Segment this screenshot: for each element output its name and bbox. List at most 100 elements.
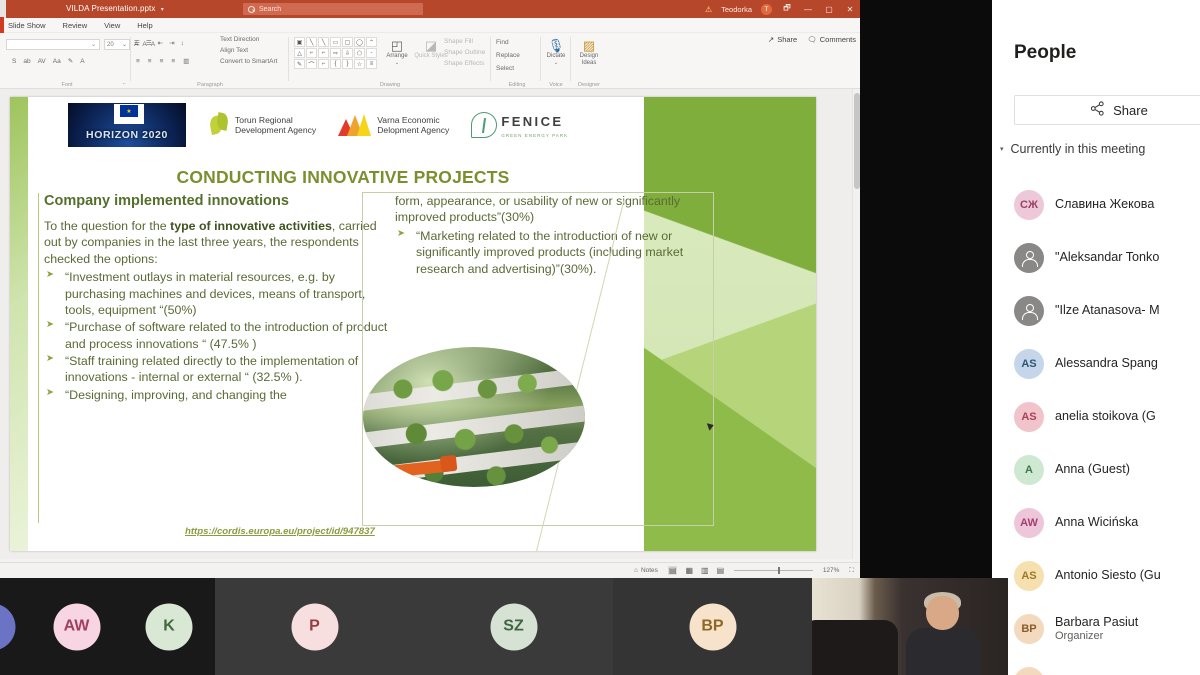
vertical-scrollbar[interactable] (852, 89, 860, 559)
justify-button[interactable]: ≡ (171, 58, 175, 65)
shape-oval[interactable]: ◯ (354, 37, 365, 47)
video-tile[interactable]: K (123, 578, 215, 675)
video-tile[interactable]: P (215, 578, 414, 675)
increase-indent-button[interactable]: ⇥ (169, 39, 174, 47)
list-item[interactable]: AS anelia stoikova (G (1014, 390, 1200, 443)
font-name-box[interactable]: ⌄ (6, 39, 100, 50)
bullets-button[interactable]: ☰ (134, 39, 140, 47)
file-name[interactable]: VILDA Presentation.pptx ▾ (66, 4, 164, 13)
shape-line[interactable]: ╲ (306, 37, 317, 47)
align-text-button[interactable]: Align Text (220, 47, 277, 54)
tab-slide-show[interactable]: Slide Show (8, 21, 46, 30)
slide-image-vertical-farm[interactable] (363, 347, 585, 487)
decrease-indent-button[interactable]: ⇤ (158, 39, 163, 47)
list-item[interactable]: AS Antonio Siesto (Gu (1014, 549, 1200, 602)
list-item[interactable]: "Ilze Atanasova- M (1014, 284, 1200, 337)
shape-triangle[interactable]: △ (294, 48, 305, 58)
subscript-button[interactable]: ab (23, 58, 30, 65)
align-right-button[interactable]: ≡ (160, 58, 164, 65)
align-center-button[interactable]: ≡ (148, 58, 152, 65)
chevron-down-icon[interactable]: ⌄ (554, 60, 558, 67)
line-spacing-button[interactable]: ↕ (181, 40, 184, 47)
numbering-button[interactable]: ☰ (146, 39, 152, 47)
video-tile[interactable] (0, 578, 30, 675)
dictate-button[interactable]: 🎙 Dictate ⌄ (539, 39, 573, 67)
notes-button[interactable]: ⌂ Notes (634, 567, 658, 574)
shape-more[interactable]: - (366, 48, 377, 58)
view-reading-button[interactable]: ▥ (701, 566, 709, 575)
view-slide-sorter-button[interactable]: ▦ (685, 566, 693, 575)
video-tile[interactable]: SZ (414, 578, 613, 675)
shape-rectangle[interactable]: ▭ (330, 37, 341, 47)
chevron-down-icon[interactable]: ▾ (161, 7, 164, 13)
chevron-down-icon[interactable]: ⌄ (395, 60, 399, 67)
select-button[interactable]: Select (496, 65, 520, 72)
shape-textbox[interactable]: ▣ (294, 37, 305, 47)
shape-pentagon[interactable]: ⬠ (354, 48, 365, 58)
shape-elbow2[interactable]: ⌐ (318, 48, 329, 58)
arrange-button[interactable]: ◰ Arrange ⌄ (380, 39, 414, 67)
list-item[interactable]: "Aleksandar Tonko (1014, 231, 1200, 284)
list-item[interactable]: A Anna (Guest) (1014, 443, 1200, 496)
font-size-box[interactable]: 20 ⌄ (104, 39, 130, 50)
font-color-button[interactable]: A (80, 58, 84, 65)
fit-slide-icon[interactable]: ⛶ (849, 567, 854, 575)
text-direction-button[interactable]: Text Direction (220, 36, 277, 43)
account-name[interactable]: Teodorka (721, 5, 752, 14)
share-invite-button[interactable]: Share (1014, 95, 1200, 125)
search-box[interactable]: Search (243, 3, 423, 15)
tab-review[interactable]: Review (63, 21, 88, 30)
minimize-button[interactable]: — (802, 5, 814, 14)
change-case-button[interactable]: Aa (53, 58, 61, 65)
shape-brace-left[interactable]: { (330, 59, 341, 69)
shape-outline-button[interactable]: Shape Outline (444, 49, 485, 56)
list-item[interactable]: BP Bydgoska Agencja (1014, 655, 1200, 675)
shape-block-arrow[interactable]: ⇩ (342, 48, 353, 58)
find-button[interactable]: Find (496, 39, 520, 46)
design-ideas-button[interactable]: ▨ Design Ideas (572, 39, 606, 67)
list-item[interactable]: BP Barbara Pasiut Organizer (1014, 602, 1200, 655)
shape-star[interactable]: ☆ (354, 59, 365, 69)
maximize-button[interactable]: ▢ (823, 5, 835, 14)
tab-view[interactable]: View (104, 21, 120, 30)
section-currently-in-meeting[interactable]: ▾ Currently in this meeting (1000, 142, 1145, 156)
character-spacing-button[interactable]: AV (38, 58, 46, 65)
video-tile-active-speaker[interactable] (812, 578, 1008, 675)
list-item[interactable]: СЖ Славина Жекова (1014, 178, 1200, 231)
restore-icon[interactable]: 🗗 (781, 2, 793, 16)
warning-icon[interactable]: ⚠ (705, 5, 712, 14)
align-left-button[interactable]: ≡ (136, 58, 140, 65)
list-item[interactable]: AS Alessandra Spang (1014, 337, 1200, 390)
shape-right-arrow[interactable]: ⇨ (330, 48, 341, 58)
shape-gallery[interactable]: ▣ ╲ ╲ ▭ ▢ ◯ ⌃ △ ⌐ ⌐ ⇨ ⇩ ⬠ - ✎ ⌒ ⌐ {} ☆ … (294, 37, 377, 69)
list-item[interactable]: AW Anna Wicińska (1014, 496, 1200, 549)
view-slideshow-button[interactable]: ▤ (717, 566, 725, 575)
comments-button[interactable]: 🗨 Comments (807, 35, 856, 44)
shape-scroll-up[interactable]: ⌃ (366, 37, 377, 47)
video-tile[interactable]: AW (30, 578, 123, 675)
shape-gallery-expand[interactable]: ≡ (366, 59, 377, 69)
shape-effects-button[interactable]: Shape Effects (444, 60, 485, 67)
close-button[interactable]: ✕ (844, 5, 856, 14)
slide-canvas[interactable]: ★ HORIZON 2020 Torun Regional Developmen… (10, 97, 816, 551)
avatar[interactable]: T (761, 3, 772, 15)
zoom-slider[interactable] (734, 567, 813, 574)
font-dialog-launcher[interactable]: ⌐ (123, 81, 126, 87)
columns-button[interactable]: ▥ (183, 57, 189, 65)
tab-help[interactable]: Help (137, 21, 152, 30)
strikethrough-button[interactable]: S (12, 58, 16, 65)
shape-arc[interactable]: ⌐ (318, 59, 329, 69)
video-tile[interactable]: BP (613, 578, 812, 675)
zoom-level[interactable]: 127% (823, 567, 840, 574)
shape-arrow[interactable]: ╲ (318, 37, 329, 47)
text-highlight-icon[interactable]: ✎ (68, 57, 73, 65)
shape-elbow[interactable]: ⌐ (306, 48, 317, 58)
shape-rounded-rect[interactable]: ▢ (342, 37, 353, 47)
replace-button[interactable]: Replace (496, 52, 520, 59)
convert-to-smartart-button[interactable]: Convert to SmartArt (220, 58, 277, 65)
quick-styles-button[interactable]: ◪ Quick Styles (414, 39, 448, 60)
shape-brace-right[interactable]: } (342, 59, 353, 69)
shape-curve[interactable]: ⌒ (306, 59, 317, 69)
source-link[interactable]: https://cordis.europa.eu/project/id/9478… (185, 526, 375, 537)
shape-fill-button[interactable]: Shape Fill (444, 38, 485, 45)
